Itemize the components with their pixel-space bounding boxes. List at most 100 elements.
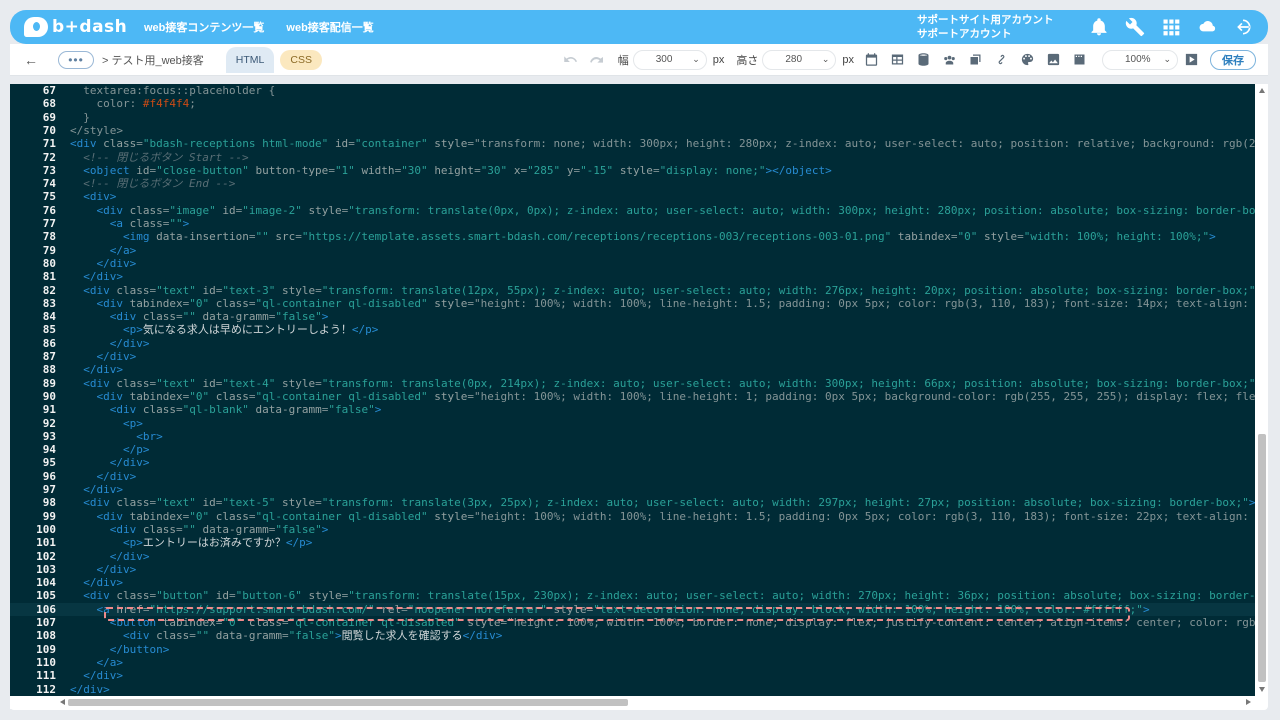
code-line[interactable]: 106 <a href="https://support.smart-bdash… (10, 602, 1255, 616)
code-line[interactable]: 101 <p>エントリーはお済みですか？</p> (10, 536, 1255, 549)
scroll-down-icon[interactable] (1259, 687, 1265, 692)
code-text: </div> (83, 483, 123, 496)
code-line[interactable]: 78 <img data-insertion="" src="https://t… (10, 230, 1255, 243)
code-line[interactable]: 99 <div tabindex="0" class="ql-container… (10, 510, 1255, 523)
logo[interactable]: b+dash (24, 17, 128, 37)
layers-icon[interactable] (966, 51, 984, 69)
code-line[interactable]: 103 </div> (10, 563, 1255, 576)
tab-css[interactable]: CSS (280, 49, 322, 70)
code-line[interactable]: 81 </div> (10, 270, 1255, 283)
code-line[interactable]: 112 </div> (10, 683, 1255, 696)
code-line[interactable]: 111 </div> (10, 669, 1255, 682)
nav-web-delivery[interactable]: web接客配信一覧 (286, 19, 373, 35)
scroll-left-icon[interactable] (60, 699, 65, 705)
code-line[interactable]: 95 </div> (10, 456, 1255, 469)
code-line[interactable]: 72 <!-- 閉じるボタン Start --> (10, 151, 1255, 164)
code-line[interactable]: 85 <p>気になる求人は早めにエントリーしよう！</p> (10, 323, 1255, 336)
code-text: <div tabindex="0" class="ql-container ql… (96, 389, 1256, 403)
line-number: 109 (36, 642, 56, 656)
code-line[interactable]: 75 <div> (10, 190, 1255, 203)
code-editor-panel: 67 textarea:focus::placeholder {68 color… (10, 84, 1268, 710)
code-line[interactable]: 91 <div class="ql-blank" data-gramm="fal… (10, 403, 1255, 416)
code-line[interactable]: 83 <div tabindex="0" class="ql-container… (10, 297, 1255, 310)
code-editor[interactable]: 67 textarea:focus::placeholder {68 color… (10, 84, 1255, 696)
nav-web-contents[interactable]: web接客コンテンツ一覧 (144, 19, 264, 35)
code-line[interactable]: 104 </div> (10, 576, 1255, 589)
code-line[interactable]: 77 <a class=""> (10, 217, 1255, 230)
undo-icon[interactable] (562, 51, 580, 69)
image-icon[interactable] (1044, 51, 1062, 69)
code-line[interactable]: 105 <div class="button" id="button-6" st… (10, 589, 1255, 602)
code-line[interactable]: 80 </div> (10, 257, 1255, 270)
video-icon[interactable] (1070, 51, 1088, 69)
width-select[interactable]: 300 ⌄ (632, 49, 707, 70)
code-line[interactable]: 98 <div class="text" id="text-5" style="… (10, 496, 1255, 509)
code-line[interactable]: 88 </div> (10, 363, 1255, 376)
width-value: 300 (655, 54, 673, 65)
account-info[interactable]: サポートサイト用アカウント サポートアカウント (917, 13, 1067, 41)
code-line[interactable]: 67 textarea:focus::placeholder { (10, 84, 1255, 97)
calendar-icon[interactable] (862, 51, 880, 69)
back-arrow-icon[interactable]: ← (24, 52, 42, 68)
line-number: 77 (42, 217, 56, 230)
cloud-icon[interactable] (1196, 16, 1218, 38)
code-line[interactable]: 70 </style> (10, 124, 1255, 137)
line-number: 93 (42, 429, 56, 443)
code-line[interactable]: 92 <p> (10, 417, 1255, 430)
code-line[interactable]: 86 </div> (10, 337, 1255, 350)
code-line[interactable]: 102 </div> (10, 550, 1255, 563)
code-line[interactable]: 109 </button> (10, 643, 1255, 656)
line-number: 112 (36, 682, 56, 696)
line-number: 78 (42, 230, 56, 244)
code-line[interactable]: 89 <div class="text" id="text-4" style="… (10, 377, 1255, 390)
vertical-scroll-thumb[interactable] (1258, 434, 1266, 682)
play-icon[interactable] (1182, 51, 1200, 69)
code-line[interactable]: 68 color: #f4f4f4; (10, 97, 1255, 110)
grid-icon[interactable] (1160, 16, 1182, 38)
code-line[interactable]: 69 } (10, 111, 1255, 124)
horizontal-scroll-thumb[interactable] (68, 699, 628, 706)
code-line[interactable]: 79 </a> (10, 244, 1255, 257)
scroll-right-icon[interactable] (1246, 699, 1251, 705)
code-text: <div class="" data-gramm="false"> (109, 522, 329, 536)
database-icon[interactable] (914, 51, 932, 69)
height-select[interactable]: 280 ⌄ (762, 49, 837, 70)
code-line[interactable]: 108 <div class="" data-gramm="false">閲覧し… (10, 629, 1255, 642)
logout-icon[interactable] (1232, 16, 1254, 38)
scroll-up-icon[interactable] (1259, 88, 1265, 93)
code-line[interactable]: 96 </div> (10, 470, 1255, 483)
code-text: <p>エントリーはお済みですか？</p> (122, 536, 313, 550)
line-number: 90 (42, 389, 56, 403)
code-line[interactable]: 71 <div class="bdash-receptions html-mode… (10, 137, 1255, 150)
more-button[interactable]: ••• (58, 50, 94, 69)
code-line[interactable]: 97 </div> (10, 483, 1255, 496)
wrench-icon[interactable] (1124, 16, 1146, 38)
code-text: </div> (109, 336, 150, 350)
palette-icon[interactable] (1018, 51, 1036, 69)
save-button[interactable]: 保存 (1210, 49, 1256, 70)
code-line[interactable]: 90 <div tabindex="0" class="ql-container… (10, 390, 1255, 403)
table-icon[interactable] (888, 51, 906, 69)
bell-icon[interactable] (1088, 16, 1110, 38)
zoom-select[interactable]: 100% ⌄ (1102, 49, 1178, 70)
line-number: 106 (36, 602, 56, 616)
link-icon[interactable] (992, 51, 1010, 69)
code-line[interactable]: 107 <button tabindex="0" class="ql-conta… (10, 616, 1255, 629)
code-line[interactable]: 73 <object id="close-button" button-type… (10, 164, 1255, 177)
code-line[interactable]: 87 </div> (10, 350, 1255, 363)
code-line[interactable]: 94 </p> (10, 443, 1255, 456)
code-line[interactable]: 74 <!-- 閉じるボタン End --> (10, 177, 1255, 190)
vertical-scrollbar[interactable] (1256, 84, 1268, 696)
code-text: <p>気になる求人は早めにエントリーしよう！</p> (122, 323, 379, 337)
code-line[interactable]: 84 <div class="" data-gramm="false"> (10, 310, 1255, 323)
code-line[interactable]: 76 <div class="image" id="image-2" style… (10, 204, 1255, 217)
horizontal-scrollbar[interactable] (10, 696, 1255, 709)
code-line[interactable]: 93 <br> (10, 430, 1255, 443)
line-number: 74 (42, 177, 56, 191)
tab-html[interactable]: HTML (225, 46, 275, 73)
code-line[interactable]: 110 </a> (10, 656, 1255, 669)
code-line[interactable]: 100 <div class="" data-gramm="false"> (10, 523, 1255, 536)
users-icon[interactable] (940, 51, 958, 69)
redo-icon[interactable] (588, 51, 606, 69)
code-line[interactable]: 82 <div class="text" id="text-3" style="… (10, 284, 1255, 297)
